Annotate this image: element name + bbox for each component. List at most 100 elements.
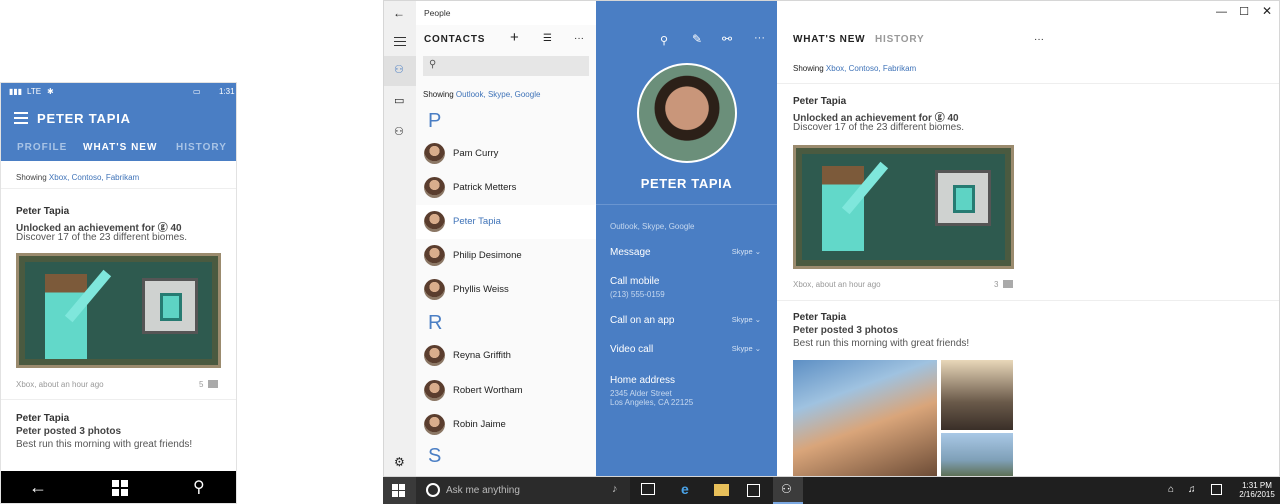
comment-icon[interactable]	[1003, 280, 1013, 288]
close-button[interactable]: ✕	[1262, 4, 1272, 18]
cortana-icon	[426, 483, 440, 497]
post-meta: Xbox, about an hour ago	[793, 280, 881, 289]
groups-icon[interactable]: ⚇	[394, 125, 404, 138]
address-line1: 2345 Alder Street	[610, 389, 672, 398]
video-call-action[interactable]: Video call	[610, 344, 653, 355]
contact-item[interactable]: Philip Desimone	[416, 239, 596, 273]
message-icon[interactable]: ▭	[394, 94, 404, 107]
post-title: Peter posted 3 photos	[793, 325, 899, 336]
more-icon[interactable]: ···	[754, 32, 765, 44]
comment-count[interactable]: 3	[994, 280, 998, 289]
post-photo[interactable]	[793, 360, 937, 476]
back-icon[interactable]: ←	[393, 6, 405, 20]
back-icon[interactable]: ←	[29, 477, 47, 498]
phone-header: PETER TAPIA PROFILE WHAT'S NEW HISTORY	[1, 101, 236, 161]
phone-nav-bar: ← ⚲	[1, 471, 236, 503]
address-line2: Los Angeles, CA 22125	[610, 398, 694, 407]
people-window: ← ⚇ ▭ ⚇ ⚙ People CONTACTS + ☰ ··· ⚲ Show…	[383, 0, 1280, 477]
service-dropdown[interactable]: Skype ⌄	[732, 247, 761, 256]
sources-link[interactable]: Outlook, Skype, Google	[456, 90, 541, 99]
people-app-taskbar-button[interactable]: ⚇	[773, 477, 803, 504]
home-address-action[interactable]: Home address	[610, 375, 675, 386]
edit-icon[interactable]: ✎	[692, 32, 702, 46]
sources-link[interactable]: Xbox, Contoso, Fabrikam	[826, 64, 916, 73]
bluetooth-icon: ✱	[47, 87, 54, 96]
contact-item-selected[interactable]: Peter Tapia	[416, 205, 596, 239]
network-icon[interactable]: ⌂	[1168, 484, 1174, 495]
search-icon[interactable]: ⚲	[193, 477, 205, 497]
settings-gear-icon[interactable]: ⚙	[394, 455, 405, 469]
achievement-image[interactable]	[16, 253, 221, 368]
letter-header-s[interactable]: S	[428, 445, 441, 468]
tab-history[interactable]: HISTORY	[176, 142, 227, 153]
comment-icon[interactable]	[208, 380, 218, 388]
more-icon[interactable]: ···	[574, 33, 584, 44]
letter-header-r[interactable]: R	[428, 312, 442, 335]
windows-icon[interactable]	[112, 480, 128, 496]
contact-item[interactable]: Robert Wortham	[416, 374, 596, 408]
call-on-app-action[interactable]: Call on an app	[610, 315, 675, 326]
showing-filter: Showing Xbox, Contoso, Fabrikam	[16, 173, 140, 182]
service-dropdown[interactable]: Skype ⌄	[732, 315, 761, 324]
add-icon[interactable]: +	[510, 29, 519, 46]
contact-item[interactable]: Patrick Metters	[416, 171, 596, 205]
tab-history[interactable]: HISTORY	[875, 34, 925, 45]
minimize-button[interactable]: —	[1216, 6, 1227, 18]
clock[interactable]: 1:31 PM 2/16/2015	[1238, 481, 1276, 499]
file-explorer-icon[interactable]	[714, 484, 729, 496]
contact-item[interactable]: Robin Jaime	[416, 408, 596, 442]
post-title: Peter posted 3 photos	[16, 426, 122, 437]
start-button[interactable]	[383, 477, 416, 504]
taskbar: Ask me anything ♪ e ⚇ ⌂ ♫ 1:31 PM 2/16/2…	[383, 477, 1280, 504]
page-title: PETER TAPIA	[37, 111, 131, 126]
comment-count[interactable]: 5	[199, 380, 203, 389]
internet-explorer-icon[interactable]: e	[681, 481, 689, 497]
tab-whats-new[interactable]: WHAT'S NEW	[793, 34, 865, 45]
post-author[interactable]: Peter Tapia	[793, 96, 846, 107]
signal-icon: ▮▮▮	[9, 87, 23, 96]
post-photo[interactable]	[941, 433, 1013, 476]
post-author[interactable]: Peter Tapia	[16, 413, 69, 424]
sources-link[interactable]: Xbox, Contoso, Fabrikam	[49, 173, 139, 182]
people-icon[interactable]: ⚇	[394, 63, 404, 76]
contacts-pane: CONTACTS + ☰ ··· ⚲ Showing Outlook, Skyp…	[416, 25, 596, 476]
profile-photo[interactable]	[637, 63, 737, 163]
more-icon[interactable]: ···	[1034, 34, 1044, 45]
letter-header-p[interactable]: P	[428, 110, 441, 133]
hamburger-menu-icon[interactable]	[14, 112, 28, 124]
maximize-button[interactable]: ☐	[1239, 5, 1249, 18]
post-text: Discover 17 of the 23 different biomes.	[793, 122, 965, 133]
search-input[interactable]: ⚲	[423, 56, 589, 76]
network-label: LTE	[27, 87, 42, 96]
pin-icon[interactable]: ⚲	[660, 34, 668, 47]
message-action[interactable]: Message	[610, 247, 651, 258]
achievement-image[interactable]	[793, 145, 1014, 269]
post-author[interactable]: Peter Tapia	[793, 312, 846, 323]
post-meta: Xbox, about an hour ago	[16, 380, 104, 389]
contact-item[interactable]: Reyna Griffith	[416, 339, 596, 373]
volume-icon[interactable]: ♫	[1188, 484, 1196, 495]
store-icon[interactable]	[747, 484, 760, 497]
tab-whats-new[interactable]: WHAT'S NEW	[83, 142, 157, 153]
call-mobile-action[interactable]: Call mobile	[610, 276, 659, 287]
list-select-icon[interactable]: ☰	[543, 33, 552, 44]
battery-icon: ▭	[193, 87, 201, 96]
contact-item[interactable]: Pam Curry	[416, 137, 596, 171]
post-author[interactable]: Peter Tapia	[16, 206, 69, 217]
nav-rail: ← ⚇ ▭ ⚇ ⚙	[384, 1, 416, 476]
link-contact-icon[interactable]: ⚯	[722, 32, 732, 46]
action-center-icon[interactable]	[1211, 484, 1222, 495]
microphone-icon[interactable]: ♪	[612, 483, 618, 495]
contact-item[interactable]: Phyllis Weiss	[416, 273, 596, 307]
service-dropdown[interactable]: Skype ⌄	[732, 344, 761, 353]
hamburger-menu-icon[interactable]	[394, 37, 406, 47]
avatar	[424, 345, 445, 366]
tab-profile[interactable]: PROFILE	[17, 142, 67, 153]
divider	[1, 399, 236, 400]
divider	[777, 300, 1279, 301]
search-box[interactable]: Ask me anything ♪	[416, 477, 630, 504]
contact-detail-pane: ⚲ ✎ ⚯ ··· PETER TAPIA Outlook, Skype, Go…	[596, 1, 777, 476]
divider	[596, 204, 777, 205]
post-photo[interactable]	[941, 360, 1013, 430]
task-view-icon[interactable]	[641, 483, 655, 495]
